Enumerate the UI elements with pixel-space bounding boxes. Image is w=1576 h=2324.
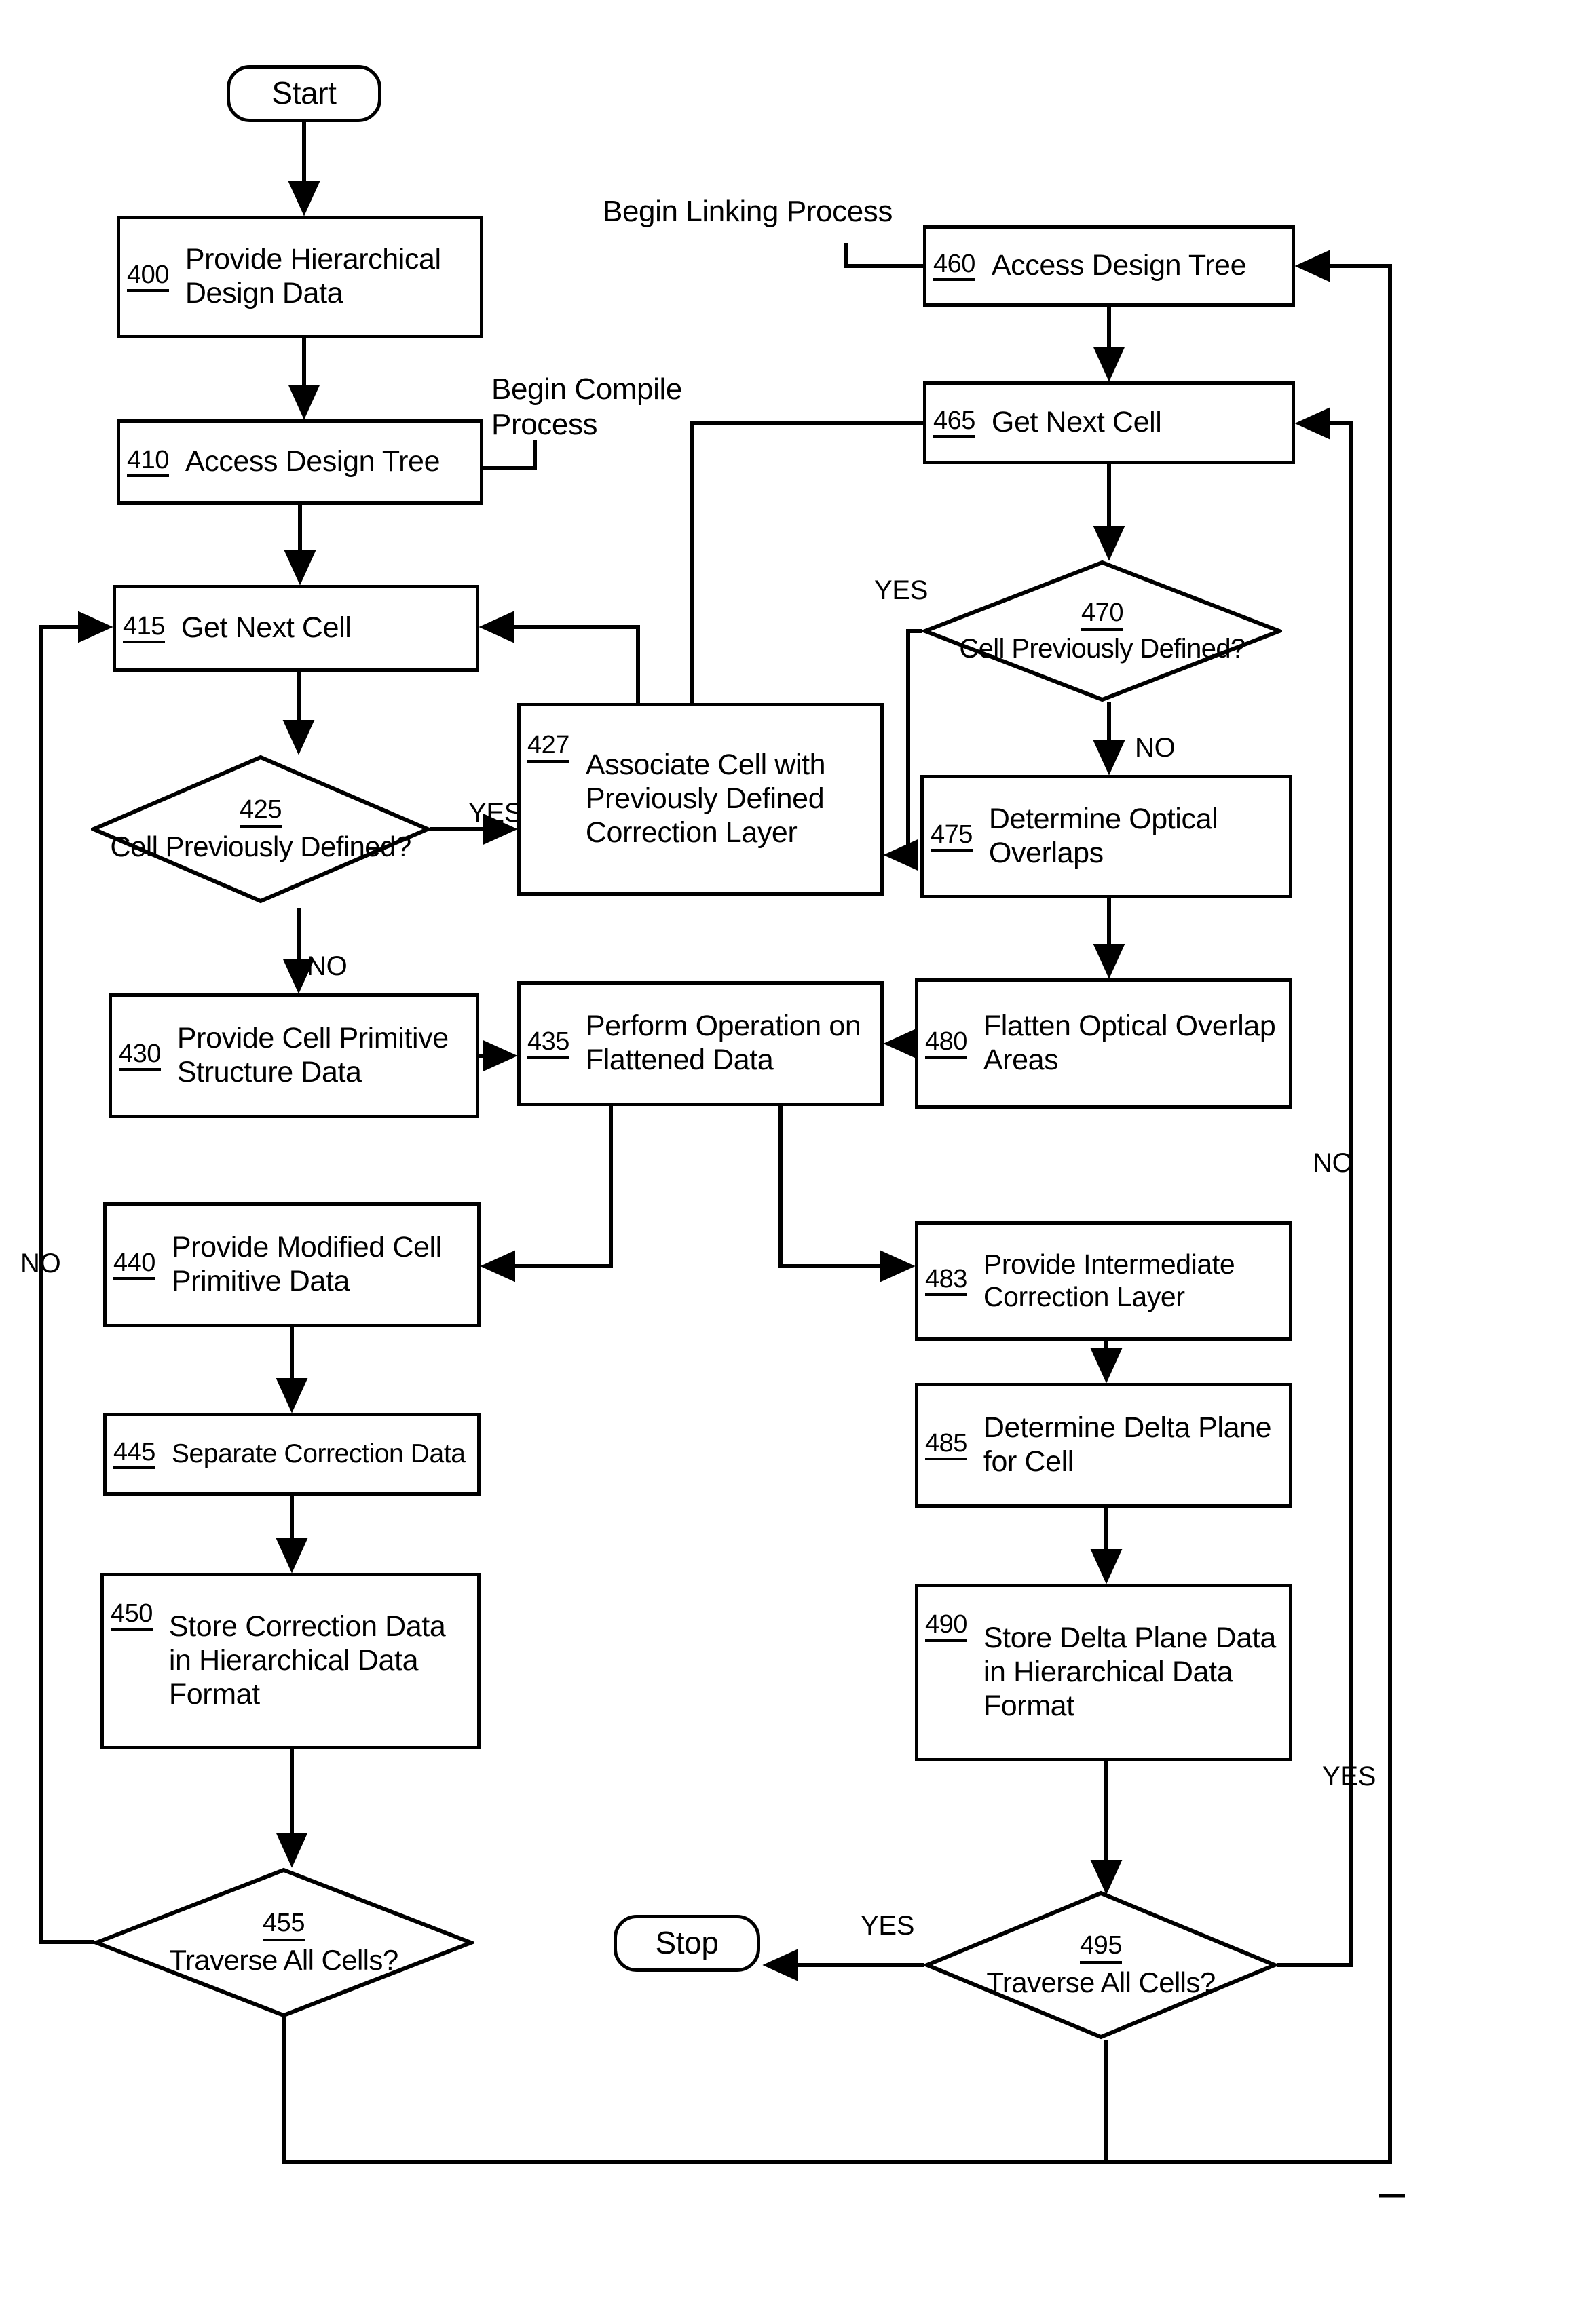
ref-number-430: 430	[119, 1040, 161, 1071]
edge-label-no-455: NO	[20, 1249, 61, 1278]
process-label-435: Perform Operation on Flattened Data	[585, 1010, 861, 1076]
ref-number-483: 483	[925, 1265, 967, 1297]
process-label-410: Access Design Tree	[185, 445, 440, 478]
diamond-shape-425	[91, 755, 430, 904]
ref-number-410: 410	[127, 446, 169, 478]
diamond-shape-470	[922, 560, 1282, 702]
process-label-430: Provide Cell Primitive Structure Data	[176, 1022, 449, 1088]
process-box-427[interactable]: 427 Associate Cell with Previously Defin…	[517, 703, 884, 896]
process-box-415[interactable]: 415 Get Next Cell	[113, 585, 479, 672]
process-label-427: Associate Cell with Previously Defined C…	[585, 748, 826, 849]
process-label-485: Determine Delta Plane for Cell	[983, 1411, 1272, 1478]
process-box-490[interactable]: 490 Store Delta Plane Data in Hierarchic…	[915, 1584, 1292, 1761]
process-label-460: Access Design Tree	[991, 249, 1247, 282]
process-box-475[interactable]: 475 Determine Optical Overlaps	[920, 775, 1292, 898]
process-box-440[interactable]: 440 Provide Modified Cell Primitive Data	[103, 1202, 481, 1327]
terminal-stop[interactable]: Stop	[614, 1915, 760, 1972]
process-box-435[interactable]: 435 Perform Operation on Flattened Data	[517, 981, 884, 1106]
edge-label-yes-425: YES	[468, 798, 523, 828]
process-box-400[interactable]: 400 Provide Hierarchical Design Data	[117, 216, 483, 338]
ref-number-480: 480	[925, 1028, 967, 1059]
ref-number-450: 450	[111, 1600, 153, 1631]
decision-diamond-455[interactable]: 455 Traverse All Cells?	[94, 1867, 474, 2018]
terminal-start-label: Start	[271, 75, 337, 111]
process-label-450: Store Correction Data in Hierarchical Da…	[168, 1610, 446, 1711]
ref-number-465: 465	[933, 407, 975, 438]
caption-begin-compile-process: Begin Compile Process	[491, 373, 682, 441]
ref-number-440: 440	[113, 1249, 155, 1280]
edge-label-yes-470: YES	[874, 575, 928, 605]
diamond-shape-495	[924, 1890, 1277, 2040]
process-label-465: Get Next Cell	[991, 406, 1162, 439]
ref-number-415: 415	[123, 613, 165, 644]
terminal-start[interactable]: Start	[227, 65, 381, 122]
decision-diamond-470[interactable]: 470 Cell Previously Defined?	[922, 560, 1282, 702]
ref-number-427: 427	[527, 731, 569, 763]
ref-number-475: 475	[931, 821, 973, 852]
process-label-415: Get Next Cell	[181, 611, 352, 645]
process-box-480[interactable]: 480 Flatten Optical Overlap Areas	[915, 978, 1292, 1109]
edge-label-no-425: NO	[307, 951, 348, 981]
ref-number-445: 445	[113, 1439, 155, 1470]
edge-label-yes-right-loop: YES	[1322, 1761, 1376, 1791]
decision-diamond-425[interactable]: 425 Cell Previously Defined?	[91, 755, 430, 904]
diamond-shape-455	[94, 1867, 474, 2018]
process-label-490: Store Delta Plane Data in Hierarchical D…	[983, 1622, 1276, 1722]
edge-label-no-right-loop: NO	[1313, 1148, 1353, 1178]
process-box-465[interactable]: 465 Get Next Cell	[923, 381, 1295, 464]
process-box-430[interactable]: 430 Provide Cell Primitive Structure Dat…	[109, 993, 479, 1118]
edge-label-no-470: NO	[1135, 733, 1176, 763]
ref-number-485: 485	[925, 1430, 967, 1461]
caption-begin-linking-process: Begin Linking Process	[603, 195, 893, 228]
process-box-483[interactable]: 483 Provide Intermediate Correction Laye…	[915, 1221, 1292, 1341]
process-label-445: Separate Correction Data	[171, 1439, 466, 1469]
process-box-450[interactable]: 450 Store Correction Data in Hierarchica…	[100, 1573, 481, 1749]
ref-number-490: 490	[925, 1611, 967, 1642]
terminal-stop-label: Stop	[655, 1925, 719, 1961]
process-label-400: Provide Hierarchical Design Data	[185, 243, 441, 309]
process-box-460[interactable]: 460 Access Design Tree	[923, 225, 1295, 307]
ref-number-400: 400	[127, 261, 169, 292]
ref-number-460: 460	[933, 250, 975, 282]
process-label-475: Determine Optical Overlaps	[988, 803, 1218, 869]
ref-number-435: 435	[527, 1028, 569, 1059]
edge-label-yes-495: YES	[861, 1911, 915, 1941]
process-box-410[interactable]: 410 Access Design Tree	[117, 419, 483, 505]
process-box-445[interactable]: 445 Separate Correction Data	[103, 1413, 481, 1496]
process-label-483: Provide Intermediate Correction Layer	[983, 1249, 1235, 1312]
process-label-440: Provide Modified Cell Primitive Data	[171, 1231, 442, 1297]
process-label-480: Flatten Optical Overlap Areas	[983, 1010, 1276, 1076]
flowchart-canvas: Start Stop 400 Provide Hierarchical Desi…	[0, 0, 1576, 2324]
process-box-485[interactable]: 485 Determine Delta Plane for Cell	[915, 1383, 1292, 1508]
decision-diamond-495[interactable]: 495 Traverse All Cells?	[924, 1890, 1277, 2040]
